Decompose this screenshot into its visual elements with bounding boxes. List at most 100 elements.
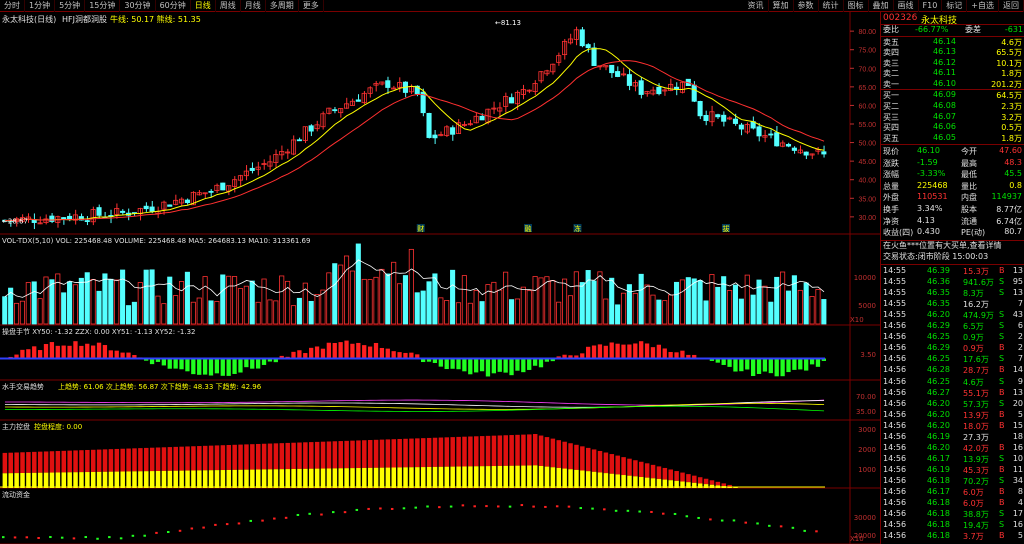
tick-count: 16 (1012, 520, 1023, 530)
trend-values: 上趋势: 61.06 次上趋势: 56.87 次下趋势: 48.33 下趋势: … (58, 382, 262, 391)
tick-count: 2 (1017, 332, 1023, 342)
capital-bar-red (456, 436, 461, 467)
capital-bar-yellow (373, 467, 379, 488)
tick-price: 46.20 (927, 310, 950, 320)
price-tick-label: 80.00 (858, 29, 876, 36)
toolbar-button-5[interactable]: 叠加 (869, 0, 894, 12)
toolbar-button-1[interactable]: 算加 (769, 0, 794, 12)
capital-bar-yellow (450, 466, 455, 488)
capital-bar-red (627, 458, 632, 476)
volume-bar (190, 301, 196, 325)
toolbar-button-4[interactable]: 图标 (844, 0, 869, 12)
capital-bar-red (639, 461, 644, 477)
timeframe-tab-7[interactable]: 周线 (216, 0, 241, 12)
oscillator-bar (96, 342, 102, 359)
tick-time: 14:56 (883, 531, 907, 541)
volume-bar (155, 295, 161, 325)
timeframe-tab-5[interactable]: 60分钟 (156, 0, 191, 12)
timeframe-tab-6[interactable]: 日线 (191, 0, 216, 12)
ask-label: 卖三 (883, 58, 899, 68)
stat-value: 8.77亿 (996, 205, 1022, 214)
tick-count: 6 (1017, 321, 1023, 331)
oscillator-bar (167, 358, 172, 369)
tick-count: 10 (1012, 453, 1023, 463)
chart-area[interactable]: 80.00 75.00 70.00 65.00 60.00 55.00 50.00 45.00… (0, 12, 880, 544)
toolbar-button-3[interactable]: 统计 (819, 0, 844, 12)
flow-dot (249, 519, 252, 522)
tick-side: B (999, 266, 1005, 275)
oscillator-bar (474, 358, 479, 373)
timeframe-tab-1[interactable]: 1分钟 (25, 0, 56, 12)
tick-price: 46.35 (927, 288, 950, 298)
price-tick-label: 65.00 (858, 85, 876, 92)
capital-bar-red (503, 435, 508, 466)
capital-bar-red (385, 439, 391, 468)
capital-bar-red (597, 450, 603, 473)
candle (703, 115, 709, 121)
capital-bar-red (332, 441, 338, 469)
volume-bar (202, 276, 208, 325)
toolbar-button-8[interactable]: 标记 (942, 0, 968, 12)
timeframe-tab-10[interactable]: 更多 (299, 0, 324, 12)
ma-line-0 (4, 48, 825, 222)
flow-dot (49, 536, 52, 539)
oscillator-bar (32, 346, 37, 359)
volume-bar (149, 269, 155, 325)
timeframe-tab-9[interactable]: 多周期 (266, 0, 299, 12)
timeframe-tab-2[interactable]: 5分钟 (55, 0, 86, 12)
tick-count: 43 (1012, 310, 1023, 320)
capital-bar-red (138, 448, 143, 472)
capital-bar-yellow (491, 466, 497, 488)
toolbar-button-0[interactable]: 资讯 (744, 0, 769, 12)
timeframe-tab-0[interactable]: 分时 (0, 0, 25, 12)
capital-bar-red (120, 448, 125, 472)
candle (296, 139, 302, 142)
timeframe-tab-3[interactable]: 15分钟 (85, 0, 121, 12)
ask-volume: 201.2万 (991, 79, 1022, 89)
toolbar-button-6[interactable]: 画线 (894, 0, 919, 12)
toolbar-button-9[interactable]: +自选 (967, 0, 999, 12)
volume-bar (455, 302, 462, 325)
capital-bar-yellow (55, 472, 61, 488)
volume-bar (290, 305, 297, 325)
capital-bar-yellow (79, 472, 84, 488)
oscillator-bar (220, 358, 225, 376)
top-toolbar: 分时 1分钟 5分钟 15分钟 30分钟 60分钟 日线 周线 月线 多周期 更多 资讯 算加 参数 统计图… (0, 0, 1024, 12)
oscillator-bar (786, 358, 791, 373)
volume-bar (108, 278, 114, 325)
capital-bar-yellow (462, 466, 467, 488)
capital-bar-red (238, 444, 243, 470)
candle (738, 124, 744, 130)
flow-dot (603, 508, 606, 511)
timeframe-tab-4[interactable]: 30分钟 (120, 0, 156, 12)
capital-bar-red (173, 446, 178, 471)
capital-bar-red (279, 443, 285, 470)
toolbar-button-10[interactable]: 返回 (999, 0, 1024, 12)
volume-bar (37, 298, 43, 325)
capital-bar-yellow (297, 468, 302, 488)
capital-bar-yellow (161, 470, 167, 488)
notice-big-order[interactable]: 在火鱼***位置有大买单,查看详情 (883, 241, 1002, 252)
toolbar-button-7[interactable]: F10 (919, 0, 943, 12)
capital-bar-yellow (173, 470, 178, 488)
stat-label: 涨幅 (883, 170, 899, 180)
timeframe-tab-8[interactable]: 月线 (241, 0, 266, 12)
tick-side: B (999, 420, 1005, 430)
tick-side: S (999, 520, 1005, 530)
capital-bar-red (615, 455, 620, 475)
capital-bar-yellow (497, 465, 503, 488)
tick-time: 14:56 (883, 509, 907, 519)
capital-bar-yellow (597, 472, 603, 488)
volume-bar (397, 283, 403, 325)
capital-bar-yellow (544, 466, 550, 488)
volume-bar (61, 292, 67, 325)
flow-dot (131, 534, 135, 537)
candle (308, 125, 314, 132)
capital-bar-red (220, 445, 226, 471)
wei-cha-value: -631 (1004, 25, 1023, 34)
stock-code: 002326 (883, 13, 918, 23)
capital-bar-red (356, 440, 361, 469)
capital-bar-red (497, 435, 503, 466)
tick-side: B (999, 498, 1005, 508)
toolbar-button-2[interactable]: 参数 (794, 0, 819, 12)
